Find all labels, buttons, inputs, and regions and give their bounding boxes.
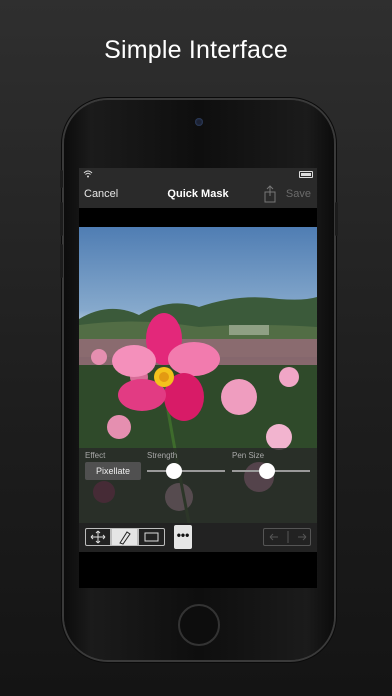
strength-label: Strength	[147, 451, 178, 460]
status-bar	[79, 168, 317, 182]
controls-panel: Effect Pixellate Strength Pen Size	[79, 448, 317, 523]
share-icon[interactable]	[263, 185, 277, 203]
front-camera	[195, 118, 203, 126]
volume-up-button	[60, 202, 63, 236]
home-button[interactable]	[178, 604, 220, 646]
power-button	[335, 202, 338, 236]
effect-selector-button[interactable]: Pixellate	[85, 462, 141, 480]
brush-icon	[119, 531, 131, 545]
headline: Simple Interface	[104, 36, 288, 64]
battery-icon	[299, 171, 313, 178]
canvas-top-margin	[79, 208, 317, 227]
page-title: Quick Mask	[167, 188, 229, 200]
app-screen: Cancel Quick Mask Save Effect Pixellate …	[79, 168, 317, 588]
brush-tool-button[interactable]	[111, 528, 138, 546]
bottom-toolbar: •••	[79, 523, 317, 552]
eraser-icon	[144, 532, 159, 542]
undo-icon[interactable]	[269, 533, 278, 541]
move-tool-button[interactable]	[85, 528, 111, 546]
pen-size-slider-knob[interactable]	[259, 463, 276, 479]
more-options-button[interactable]: •••	[174, 525, 192, 549]
redo-icon[interactable]	[298, 533, 307, 541]
strength-slider-knob[interactable]	[166, 463, 183, 479]
pen-size-label: Pen Size	[232, 451, 265, 460]
nav-bar: Cancel Quick Mask Save	[79, 182, 317, 208]
effect-label: Effect	[85, 451, 106, 460]
strength-slider-track[interactable]	[147, 470, 225, 472]
phone-frame: Cancel Quick Mask Save Effect Pixellate …	[60, 100, 338, 660]
undo-redo-control[interactable]	[263, 528, 311, 546]
photo-canvas[interactable]: Effect Pixellate Strength Pen Size	[79, 227, 317, 523]
mute-switch	[60, 170, 63, 188]
wifi-icon	[83, 170, 93, 180]
volume-down-button	[60, 244, 63, 278]
save-button[interactable]: Save	[286, 188, 311, 200]
eraser-tool-button[interactable]	[138, 528, 165, 546]
move-icon	[90, 530, 106, 544]
